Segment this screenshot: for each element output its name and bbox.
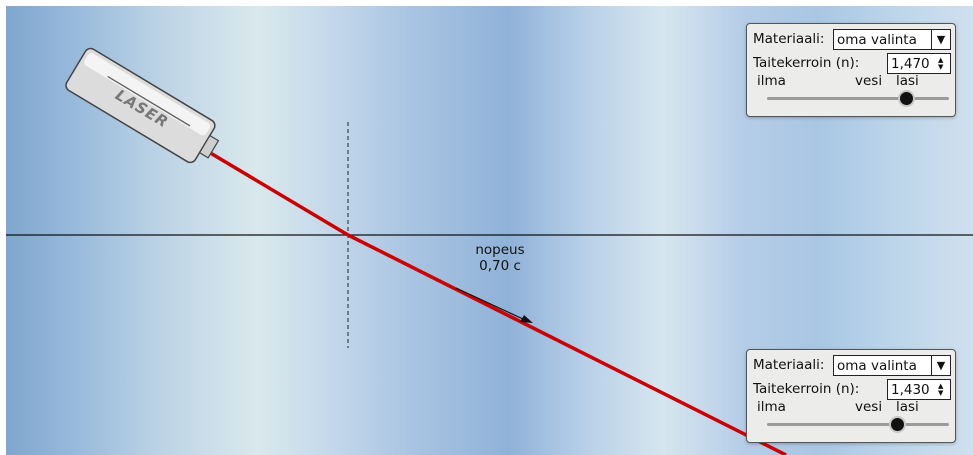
spin-arrows-icon[interactable]: ▲ ▼ [933, 380, 949, 399]
slider-label-air: ilma [757, 73, 786, 89]
index-value: 1,430 [891, 381, 930, 398]
index-label: Taitekerroin (n): [753, 55, 860, 71]
index-label: Taitekerroin (n): [753, 381, 860, 397]
top-material-panel: Materiaali: oma valinta ▼ Taitekerroin (… [746, 23, 956, 117]
speed-label: nopeus [475, 242, 525, 258]
index-slider-knob[interactable] [898, 90, 915, 107]
spin-down-icon[interactable]: ▼ [938, 63, 943, 71]
spin-arrows-icon[interactable]: ▲ ▼ [933, 54, 949, 73]
refracted-beam [347, 233, 787, 455]
speed-readout: nopeus 0,70 c [460, 242, 540, 274]
bottom-material-panel: Materiaali: oma valinta ▼ Taitekerroin (… [746, 349, 956, 443]
index-spinner[interactable]: 1,430 ▲ ▼ [887, 379, 951, 400]
simulation-scene: LASER nopeus 0,70 c Materiaali: oma vali… [6, 6, 973, 455]
speed-value: 0,70 c [479, 258, 521, 274]
material-label: Materiaali: [753, 31, 825, 47]
velocity-arrow [455, 287, 533, 323]
incident-beam [201, 146, 349, 237]
material-value: oma valinta [837, 31, 917, 48]
dropdown-icon[interactable]: ▼ [931, 356, 950, 375]
slider-label-air: ilma [757, 399, 786, 415]
material-select[interactable]: oma valinta ▼ [833, 355, 951, 376]
slider-label-water: vesi [855, 73, 883, 89]
slider-label-water: vesi [855, 399, 883, 415]
slider-label-glass: lasi [896, 73, 919, 89]
index-slider-knob[interactable] [889, 416, 906, 433]
dropdown-icon[interactable]: ▼ [931, 30, 950, 49]
material-value: oma valinta [837, 357, 917, 374]
index-value: 1,470 [891, 55, 930, 72]
laser-device[interactable]: LASER [64, 46, 226, 170]
index-spinner[interactable]: 1,470 ▲ ▼ [887, 53, 951, 74]
spin-down-icon[interactable]: ▼ [938, 389, 943, 397]
material-label: Materiaali: [753, 357, 825, 373]
slider-label-glass: lasi [896, 399, 919, 415]
index-slider-track[interactable] [767, 97, 949, 100]
index-slider-track[interactable] [767, 423, 949, 426]
material-select[interactable]: oma valinta ▼ [833, 29, 951, 50]
